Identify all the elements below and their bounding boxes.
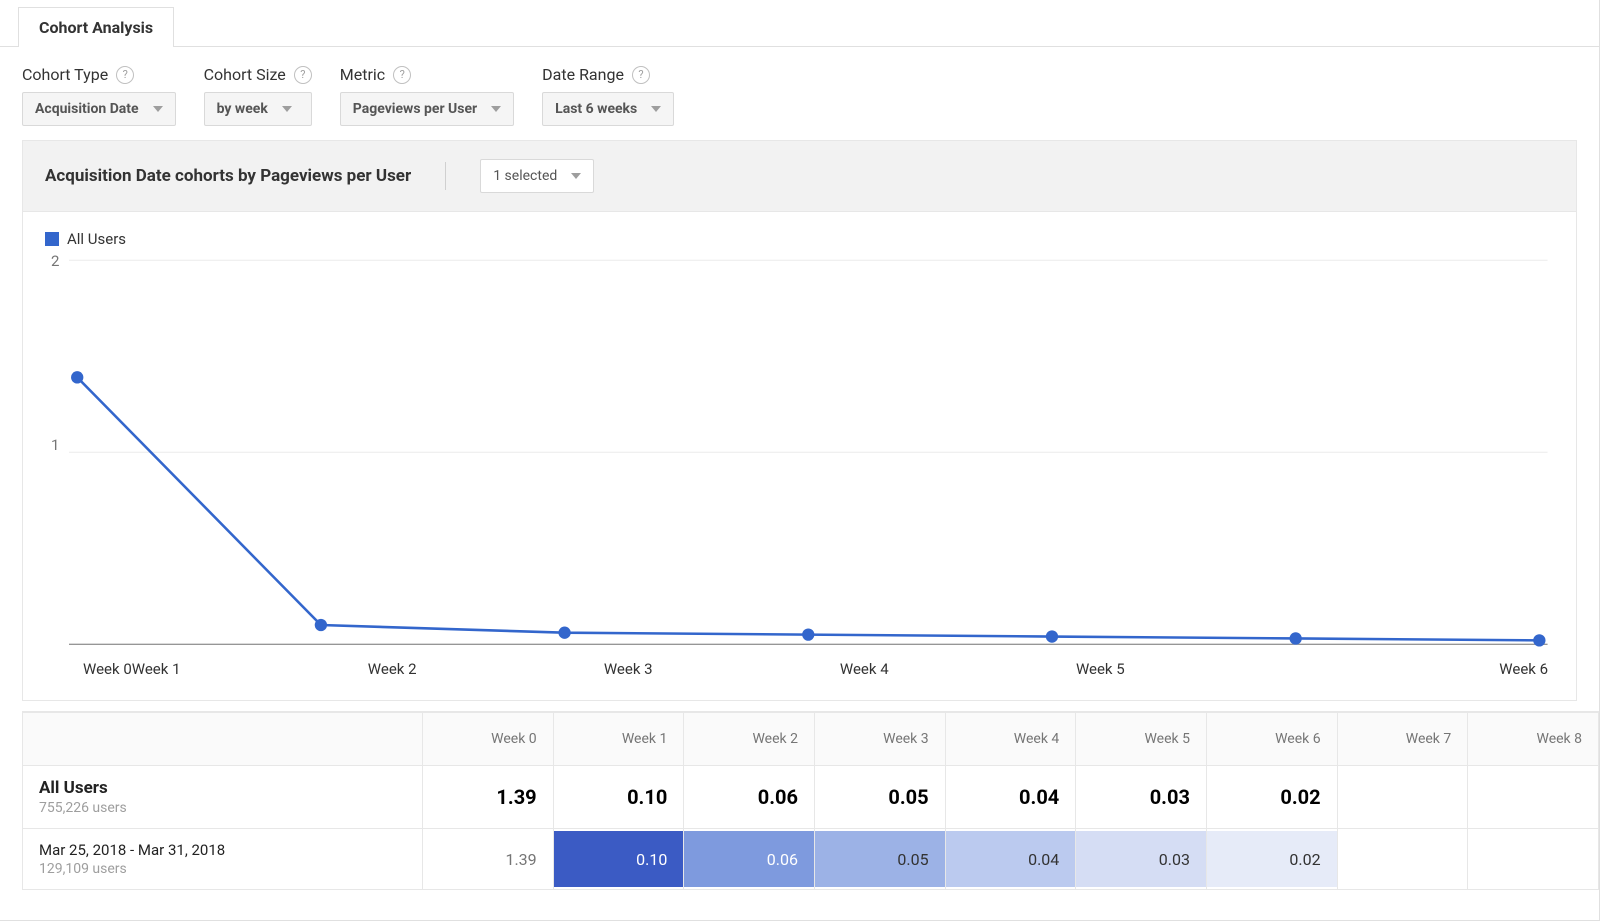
panel-header: Acquisition Date cohorts by Pageviews pe… xyxy=(23,141,1576,212)
control-cohort-type: Cohort Type ? Acquisition Date xyxy=(22,65,176,126)
table-cell: 0.02 xyxy=(1206,766,1337,829)
tab-cohort-analysis[interactable]: Cohort Analysis xyxy=(18,7,174,47)
table-cell xyxy=(1468,829,1599,890)
row-header[interactable]: Mar 25, 2018 - Mar 31, 2018129,109 users xyxy=(23,829,423,890)
cohort-table: Week 0Week 1Week 2Week 3Week 4Week 5Week… xyxy=(22,711,1599,890)
chevron-down-icon xyxy=(153,106,163,112)
table-cell: 0.06 xyxy=(684,829,815,890)
x-tick: Week 5 xyxy=(1076,660,1312,678)
dropdown-cohort-size[interactable]: by week xyxy=(204,92,312,126)
dropdown-value: Last 6 weeks xyxy=(555,101,637,117)
tab-bar: Cohort Analysis xyxy=(0,0,1599,47)
table-cell: 0.03 xyxy=(1076,766,1207,829)
chart-legend: All Users xyxy=(23,212,1576,252)
table-cell: 0.02 xyxy=(1206,829,1337,890)
help-icon[interactable]: ? xyxy=(393,66,411,84)
control-cohort-size: Cohort Size ? by week xyxy=(204,65,312,126)
table-cell: 1.39 xyxy=(423,829,554,890)
column-header[interactable]: Week 3 xyxy=(814,713,945,766)
control-label: Date Range xyxy=(542,65,624,84)
control-metric: Metric ? Pageviews per User xyxy=(340,65,514,126)
row-header[interactable]: All Users755,226 users xyxy=(23,766,423,829)
chevron-down-icon xyxy=(571,173,581,179)
legend-swatch xyxy=(45,232,59,246)
y-tick: 2 xyxy=(51,252,59,270)
dropdown-date-range[interactable]: Last 6 weeks xyxy=(542,92,674,126)
dropdown-value: Pageviews per User xyxy=(353,101,477,117)
table-cell: 0.10 xyxy=(553,829,684,890)
column-header[interactable]: Week 5 xyxy=(1076,713,1207,766)
control-label: Cohort Type xyxy=(22,65,108,84)
table-cell: 1.39 xyxy=(423,766,554,829)
y-axis-labels: 2 1 xyxy=(51,252,69,638)
table-cell xyxy=(1337,829,1468,890)
column-header[interactable]: Week 6 xyxy=(1206,713,1337,766)
x-tick: Week 1 xyxy=(132,660,368,678)
control-label: Metric xyxy=(340,65,385,84)
chevron-down-icon xyxy=(651,106,661,112)
divider xyxy=(445,162,446,190)
line-chart[interactable] xyxy=(69,252,1548,652)
column-header[interactable]: Week 0 xyxy=(423,713,554,766)
legend-label: All Users xyxy=(67,230,126,248)
table-cell: 0.05 xyxy=(814,829,945,890)
table-cell: 0.05 xyxy=(814,766,945,829)
table-cell: 0.06 xyxy=(684,766,815,829)
table-cell xyxy=(1337,766,1468,829)
dropdown-series-selector[interactable]: 1 selected xyxy=(480,159,594,193)
x-tick: Week 2 xyxy=(368,660,604,678)
control-label: Cohort Size xyxy=(204,65,286,84)
tab-label: Cohort Analysis xyxy=(39,18,153,37)
y-tick: 1 xyxy=(51,436,59,454)
help-icon[interactable]: ? xyxy=(116,66,134,84)
table-cell: 0.10 xyxy=(553,766,684,829)
table-cell: 0.04 xyxy=(945,766,1076,829)
chevron-down-icon xyxy=(282,106,292,112)
column-header[interactable]: Week 4 xyxy=(945,713,1076,766)
chart-panel: Acquisition Date cohorts by Pageviews pe… xyxy=(22,140,1577,701)
table-cell: 0.03 xyxy=(1076,829,1207,890)
control-date-range: Date Range ? Last 6 weeks xyxy=(542,65,674,126)
x-tick: Week 0 xyxy=(83,660,132,678)
x-tick: Week 6 xyxy=(1312,660,1548,678)
x-tick: Week 4 xyxy=(840,660,1076,678)
dropdown-metric[interactable]: Pageviews per User xyxy=(340,92,514,126)
dropdown-value: 1 selected xyxy=(493,168,557,184)
chart-area: 2 1 Week 0Week 1Week 2Week 3Week 4Week 5… xyxy=(23,252,1576,700)
panel-title: Acquisition Date cohorts by Pageviews pe… xyxy=(45,166,411,186)
controls-row: Cohort Type ? Acquisition Date Cohort Si… xyxy=(0,47,1599,140)
column-header[interactable]: Week 7 xyxy=(1337,713,1468,766)
y-tick xyxy=(51,620,59,638)
column-header[interactable]: Week 1 xyxy=(553,713,684,766)
x-axis-labels: Week 0Week 1Week 2Week 3Week 4Week 5Week… xyxy=(83,660,1548,678)
table-row: All Users755,226 users1.390.100.060.050.… xyxy=(23,766,1599,829)
dropdown-cohort-type[interactable]: Acquisition Date xyxy=(22,92,176,126)
x-tick: Week 3 xyxy=(604,660,840,678)
dropdown-value: by week xyxy=(217,101,268,117)
column-header[interactable]: Week 8 xyxy=(1468,713,1599,766)
table-corner xyxy=(23,713,423,766)
column-header[interactable]: Week 2 xyxy=(684,713,815,766)
chevron-down-icon xyxy=(491,106,501,112)
help-icon[interactable]: ? xyxy=(632,66,650,84)
table-cell: 0.04 xyxy=(945,829,1076,890)
dropdown-value: Acquisition Date xyxy=(35,101,139,117)
table-cell xyxy=(1468,766,1599,829)
table-row: Mar 25, 2018 - Mar 31, 2018129,109 users… xyxy=(23,829,1599,890)
help-icon[interactable]: ? xyxy=(294,66,312,84)
